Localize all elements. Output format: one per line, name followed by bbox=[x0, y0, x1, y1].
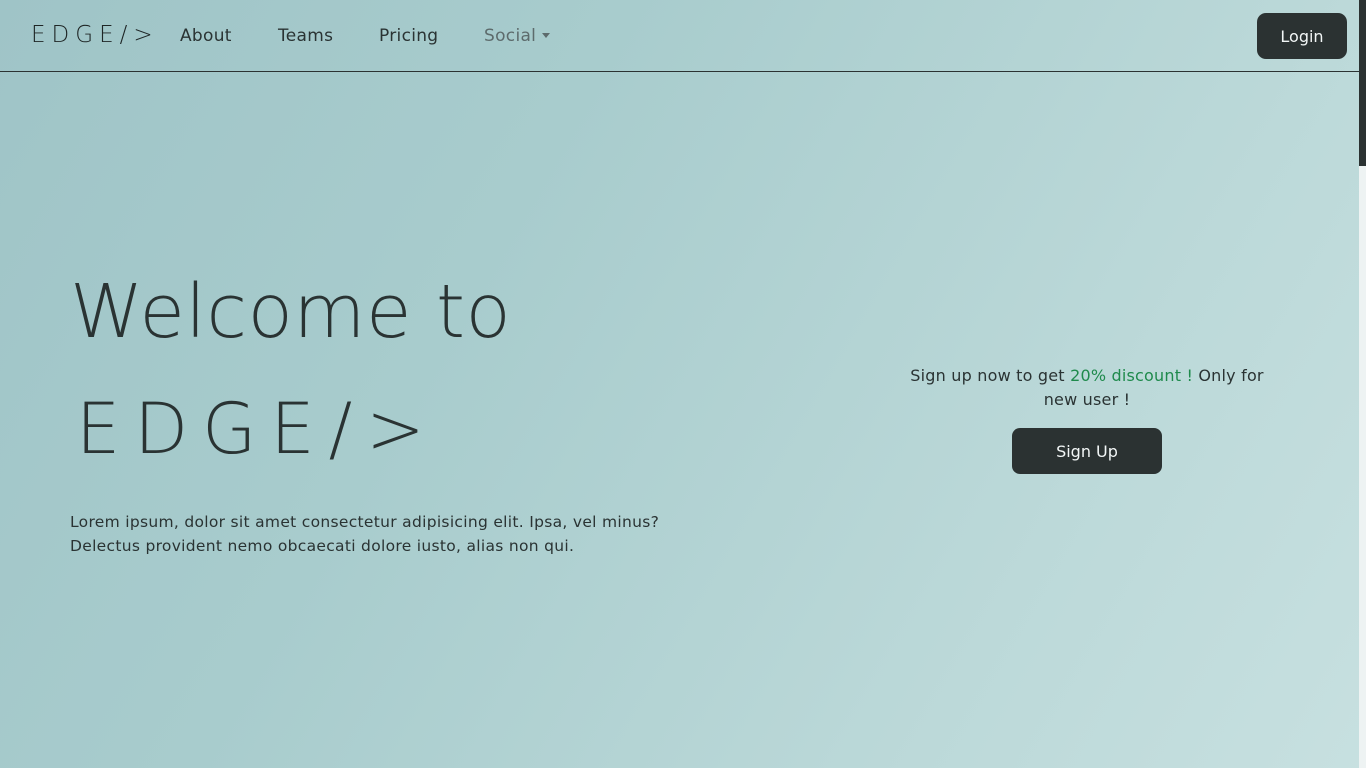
nav-dropdown-social-label: Social bbox=[484, 26, 537, 46]
nav-dropdown-social[interactable]: Social bbox=[484, 26, 551, 46]
hero-logo: EDGE/> bbox=[76, 388, 439, 470]
hero-description-line1: Lorem ipsum, dolor sit amet consectetur … bbox=[70, 513, 660, 531]
brand-logo[interactable]: EDGE/> bbox=[31, 22, 159, 48]
nav-link-pricing[interactable]: Pricing bbox=[379, 26, 438, 46]
caret-down-icon bbox=[542, 33, 551, 38]
hero-description-line2: Delectus provident nemo obcaecati dolore… bbox=[70, 537, 575, 555]
hero-title: Welcome to bbox=[70, 269, 512, 355]
promo-text-before: Sign up now to get bbox=[910, 366, 1071, 385]
promo-text: Sign up now to get 20% discount ! Only f… bbox=[905, 364, 1269, 412]
nav-link-about[interactable]: About bbox=[180, 26, 232, 46]
nav-link-teams[interactable]: Teams bbox=[278, 26, 333, 46]
hero-description: Lorem ipsum, dolor sit amet consectetur … bbox=[70, 510, 710, 558]
login-button[interactable]: Login bbox=[1257, 13, 1347, 59]
scrollbar-thumb[interactable] bbox=[1359, 0, 1366, 166]
promo-discount-highlight: 20% discount ! bbox=[1070, 366, 1194, 385]
navbar: EDGE/> About Teams Pricing Social bbox=[0, 0, 1359, 72]
signup-button[interactable]: Sign Up bbox=[1012, 428, 1162, 474]
